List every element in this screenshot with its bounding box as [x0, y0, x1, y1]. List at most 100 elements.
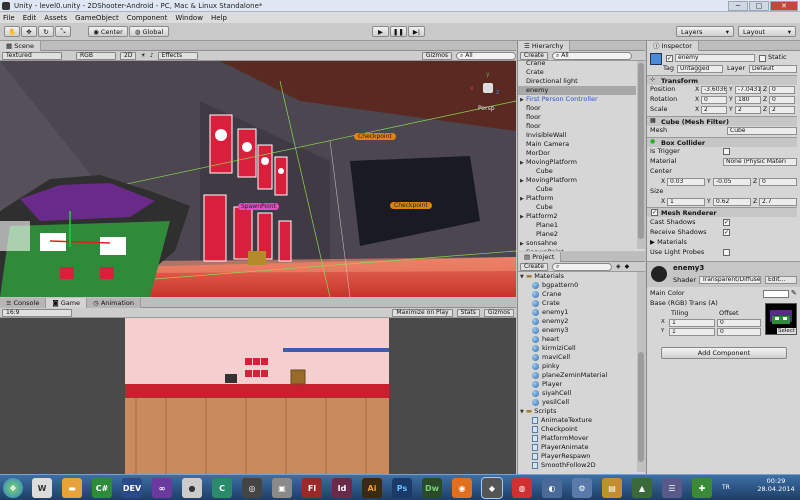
- hierarchy-item[interactable]: ▶ MovingPlatform: [518, 176, 636, 185]
- tab-animation[interactable]: ◷ Animation: [87, 297, 141, 308]
- shader-dropdown[interactable]: Transparent/Diffuse: [699, 276, 761, 284]
- material-item[interactable]: Player: [518, 380, 636, 389]
- gizmos-dropdown[interactable]: Gizmos: [421, 51, 452, 60]
- hierarchy-item[interactable]: Plane2: [518, 230, 636, 239]
- add-component-button[interactable]: Add Component: [661, 347, 787, 359]
- transform-header[interactable]: Transform: [647, 75, 797, 85]
- flash-icon[interactable]: Fl: [302, 478, 322, 498]
- scale-z-field[interactable]: 2: [769, 106, 795, 114]
- hand-tool-button[interactable]: ✋: [4, 26, 20, 37]
- devcpp-app-icon[interactable]: DEV: [122, 478, 142, 498]
- material-item[interactable]: kirmiziCell: [518, 344, 636, 353]
- tab-hierarchy[interactable]: ☰ Hierarchy: [518, 40, 571, 51]
- texture-slot[interactable]: Select: [765, 303, 797, 335]
- hierarchy-item[interactable]: ▶ Platform2: [518, 212, 636, 221]
- app-dark-icon[interactable]: ◎: [242, 478, 262, 498]
- scale-x-field[interactable]: 2: [701, 106, 727, 114]
- material-item[interactable]: heart: [518, 335, 636, 344]
- scene-gizmo[interactable]: y x z Persp: [468, 67, 508, 115]
- menu-help[interactable]: Help: [211, 14, 227, 22]
- scene-viewport[interactable]: Checkpoint SpawnPoint Checkpoint y x z P…: [0, 61, 516, 297]
- hierarchy-item[interactable]: Cube: [518, 167, 636, 176]
- layer-dropdown[interactable]: Default: [749, 65, 797, 73]
- sharp-app-icon[interactable]: C#: [92, 478, 112, 498]
- color-mode-dropdown[interactable]: RGB: [76, 51, 116, 60]
- materials-foldout[interactable]: ▶ Materials: [650, 238, 687, 247]
- app-icon-4[interactable]: ▲: [632, 478, 652, 498]
- render-mode-dropdown[interactable]: Textured: [2, 51, 62, 60]
- label-icon[interactable]: ◆: [625, 263, 630, 270]
- material-item[interactable]: pinky: [518, 362, 636, 371]
- menu-component[interactable]: Component: [127, 14, 168, 22]
- pause-button[interactable]: ❚❚: [390, 26, 407, 37]
- offset-y-field[interactable]: 0: [717, 328, 761, 336]
- mesh-field[interactable]: Cube: [727, 127, 797, 135]
- collider-center-x-field[interactable]: 0.03: [667, 178, 705, 186]
- script-item[interactable]: PlayerRespawn: [518, 452, 636, 461]
- collider-size-y-field[interactable]: 0.62: [713, 198, 751, 206]
- texture-select-button[interactable]: Select: [777, 328, 796, 334]
- audio-icon[interactable]: ♪: [150, 52, 154, 59]
- menu-edit[interactable]: Edit: [23, 14, 37, 22]
- script-item[interactable]: SmoothFollow2D: [518, 461, 636, 470]
- use-light-probes-checkbox[interactable]: [723, 249, 730, 256]
- project-search-input[interactable]: ⌕: [551, 262, 612, 271]
- hierarchy-item[interactable]: ▶ First Person Controller: [518, 95, 636, 104]
- receive-shadows-checkbox[interactable]: ✓: [723, 229, 730, 236]
- menu-file[interactable]: File: [3, 14, 15, 22]
- stats-toggle[interactable]: Stats: [456, 308, 480, 317]
- is-trigger-checkbox[interactable]: [723, 148, 730, 155]
- photoshop-icon[interactable]: Ps: [392, 478, 412, 498]
- script-item[interactable]: PlatformMover: [518, 434, 636, 443]
- material-item[interactable]: maviCell: [518, 353, 636, 362]
- collider-center-z-field[interactable]: 0: [759, 178, 797, 186]
- hierarchy-item[interactable]: ▶ MovingPlatform: [518, 158, 636, 167]
- start-button[interactable]: ❖: [3, 478, 23, 498]
- unity-taskbar-icon[interactable]: ◆: [482, 478, 502, 498]
- indesign-icon[interactable]: Id: [332, 478, 352, 498]
- maximize-button[interactable]: □: [749, 1, 769, 11]
- scale-y-field[interactable]: 2: [735, 106, 761, 114]
- object-name-field[interactable]: enemy: [675, 54, 755, 62]
- word-app-icon[interactable]: W: [32, 478, 52, 498]
- main-color-swatch[interactable]: [763, 290, 789, 298]
- hierarchy-item[interactable]: enemy: [518, 86, 636, 95]
- hierarchy-item[interactable]: Crane: [518, 59, 636, 68]
- tab-project[interactable]: ▤ Project: [518, 251, 562, 262]
- script-item[interactable]: AnimateTexture: [518, 416, 636, 425]
- game-viewport[interactable]: [125, 318, 389, 474]
- script-item[interactable]: Checkpoint: [518, 425, 636, 434]
- hierarchy-item[interactable]: MorDor: [518, 149, 636, 158]
- script-item[interactable]: PlayerAnimate: [518, 443, 636, 452]
- minimize-button[interactable]: ─: [728, 1, 748, 11]
- offset-x-field[interactable]: 0: [717, 319, 761, 327]
- hierarchy-item[interactable]: floor: [518, 122, 636, 131]
- tab-game[interactable]: ◙ Game: [46, 297, 88, 308]
- effects-dropdown[interactable]: Effects: [157, 51, 198, 60]
- hierarchy-item[interactable]: ▶ sonsahne: [518, 239, 636, 248]
- hierarchy-item[interactable]: Plane1: [518, 221, 636, 230]
- hierarchy-scrollbar[interactable]: [637, 61, 645, 249]
- rotation-z-field[interactable]: 0: [769, 96, 795, 104]
- project-scrollbar[interactable]: [637, 272, 645, 472]
- maximize-on-play-toggle[interactable]: Maximize on Play: [392, 308, 453, 317]
- tag-dropdown[interactable]: Untagged: [677, 65, 723, 73]
- hierarchy-item[interactable]: floor: [518, 104, 636, 113]
- clock[interactable]: 00:29 28.04.2014: [756, 477, 796, 493]
- tiling-x-field[interactable]: 1: [669, 319, 715, 327]
- scale-tool-button[interactable]: ⤡: [55, 26, 71, 37]
- material-item[interactable]: bgpattern0: [518, 281, 636, 290]
- material-item[interactable]: enemy3: [518, 326, 636, 335]
- collider-material-field[interactable]: None (Physic Materi: [723, 158, 797, 166]
- mode-2d-toggle[interactable]: 2D: [120, 51, 137, 60]
- app-icon-5[interactable]: ☰: [662, 478, 682, 498]
- material-item[interactable]: yesilCell: [518, 398, 636, 407]
- tab-console[interactable]: ≡ Console: [0, 297, 47, 308]
- pivot-global-toggle[interactable]: ◍ Global: [129, 26, 169, 37]
- blender-icon[interactable]: ◉: [452, 478, 472, 498]
- project-create-dropdown[interactable]: Create: [520, 262, 548, 271]
- illustrator-icon[interactable]: Ai: [362, 478, 382, 498]
- tiling-y-field[interactable]: 1: [669, 328, 715, 336]
- app-icon-6[interactable]: ✚: [692, 478, 712, 498]
- step-button[interactable]: ▶|: [408, 26, 425, 37]
